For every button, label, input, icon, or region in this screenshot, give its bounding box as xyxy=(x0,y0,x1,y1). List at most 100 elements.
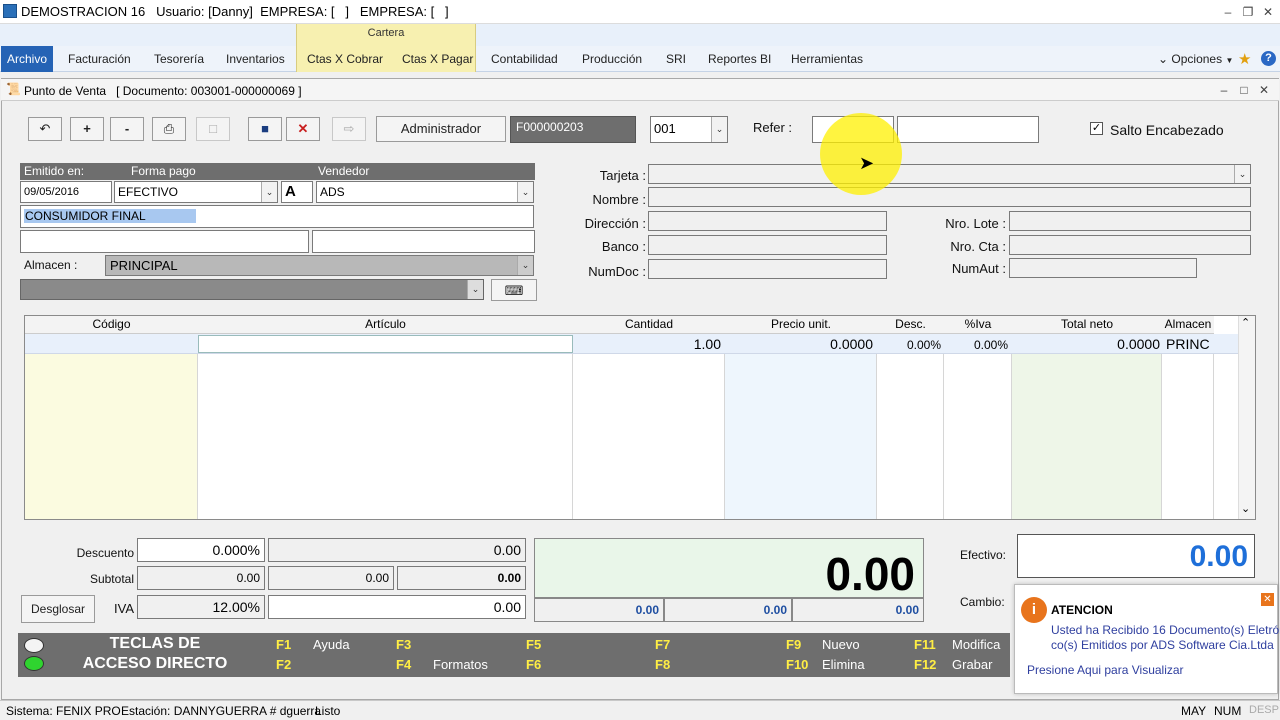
articulo-cell[interactable] xyxy=(198,335,573,353)
nro-lote-label: Nro. Lote : xyxy=(945,216,1006,231)
cliente-field[interactable]: CONSUMIDOR FINAL xyxy=(20,205,534,228)
col-iva[interactable]: %Iva xyxy=(944,316,1012,334)
panel-close-icon[interactable]: ✕ xyxy=(1256,82,1272,98)
panel-minimize-icon[interactable]: – xyxy=(1216,82,1232,98)
help-icon[interactable]: ? xyxy=(1261,51,1276,66)
save-button[interactable]: ■ xyxy=(248,117,282,141)
tab-reportes-bi[interactable]: Reportes BI xyxy=(708,52,771,66)
status-may: MAY xyxy=(1181,704,1207,718)
chevron-down-icon: ⌄ xyxy=(711,117,727,142)
almacen-cell[interactable]: PRINC xyxy=(1166,336,1214,352)
almacen-value: PRINCIPAL xyxy=(110,258,178,273)
iva-cell[interactable]: 0.00% xyxy=(944,338,1008,352)
export-button[interactable]: ⇨ xyxy=(332,117,366,141)
descuento-pct-field[interactable]: 0.000% xyxy=(137,538,265,562)
scanner-button[interactable]: ⌨ xyxy=(491,279,537,301)
f12-desc[interactable]: Grabar xyxy=(952,657,992,672)
scroll-up-icon[interactable]: ⌃ xyxy=(1241,316,1250,329)
subtotal-b: 0.00 xyxy=(664,598,792,622)
numdoc-field[interactable] xyxy=(648,259,887,279)
tab-archivo[interactable]: Archivo xyxy=(1,46,54,72)
document-icon: 📜 xyxy=(6,82,21,96)
new-doc-button[interactable]: □ xyxy=(196,117,230,141)
nro-lote-field[interactable] xyxy=(1009,211,1251,231)
panel-restore-icon[interactable]: □ xyxy=(1236,82,1252,98)
f4-key: F4 xyxy=(396,657,412,672)
vendedor-select[interactable]: ADS ⌄ xyxy=(316,181,534,203)
star-icon[interactable]: ★ xyxy=(1238,50,1251,68)
almacen-select[interactable]: PRINCIPAL ⌄ xyxy=(105,255,534,276)
tab-sri[interactable]: SRI xyxy=(666,52,686,66)
cambio-label: Cambio: xyxy=(960,595,1005,609)
tab-tesoreria[interactable]: Tesorería xyxy=(154,52,204,66)
tab-produccion[interactable]: Producción xyxy=(582,52,642,66)
f1-desc[interactable]: Ayuda xyxy=(313,637,350,652)
col-total[interactable]: Total neto xyxy=(1012,316,1162,334)
desc-cell[interactable]: 0.00% xyxy=(877,338,941,352)
refer-input-2[interactable] xyxy=(897,116,1039,143)
banco-field[interactable] xyxy=(648,235,887,255)
extra-select[interactable]: ⌄ xyxy=(20,279,484,300)
red-x-icon: ✕ xyxy=(297,121,309,136)
restore-icon[interactable]: ❐ xyxy=(1240,4,1256,20)
tab-facturacion[interactable]: Facturación xyxy=(68,52,131,66)
scroll-down-icon[interactable]: ⌄ xyxy=(1241,502,1250,515)
popup-close-icon[interactable]: ✕ xyxy=(1261,593,1274,606)
col-codigo[interactable]: Código xyxy=(25,316,198,334)
series-select[interactable]: 001 ⌄ xyxy=(650,116,728,143)
popup-link[interactable]: Presione Aqui para Visualizar xyxy=(1027,663,1184,677)
cliente-extra-1[interactable] xyxy=(20,230,309,253)
tarjeta-label: Tarjeta : xyxy=(599,168,646,183)
tab-ctas-pagar[interactable]: Ctas X Pagar xyxy=(402,52,473,66)
f9-desc[interactable]: Nuevo xyxy=(822,637,860,652)
col-desc[interactable]: Desc. xyxy=(877,316,944,334)
undo-button[interactable]: ↶ xyxy=(28,117,62,141)
administrador-button[interactable]: Administrador xyxy=(376,116,506,142)
f11-desc[interactable]: Modifica xyxy=(952,637,1000,652)
f8-key: F8 xyxy=(655,657,671,672)
grand-total: 0.00 xyxy=(534,538,924,600)
cantidad-cell[interactable]: 1.00 xyxy=(573,336,721,352)
numaut-field[interactable] xyxy=(1009,258,1197,278)
forma-pago-select[interactable]: EFECTIVO ⌄ xyxy=(114,181,278,203)
desglosar-button[interactable]: Desglosar xyxy=(21,595,95,623)
tab-herramientas[interactable]: Herramientas xyxy=(791,52,863,66)
col-almacen[interactable]: Almacen xyxy=(1162,316,1214,334)
nro-cta-field[interactable] xyxy=(1009,235,1251,255)
subtotal-3: 0.00 xyxy=(397,566,526,590)
minimize-icon[interactable]: – xyxy=(1220,4,1236,20)
grid-scrollbar[interactable] xyxy=(1238,316,1255,519)
vendedor-label: Vendedor xyxy=(318,164,370,178)
nombre-field[interactable] xyxy=(648,187,1251,207)
remove-row-button[interactable]: - xyxy=(110,117,144,141)
opciones-menu[interactable]: ⌄ Opciones ▼ xyxy=(1158,52,1233,66)
col-precio[interactable]: Precio unit. xyxy=(725,316,877,334)
tarjeta-select[interactable]: ⌄ xyxy=(648,164,1251,184)
close-icon[interactable]: ✕ xyxy=(1260,4,1276,20)
direccion-field[interactable] xyxy=(648,211,887,231)
blank-page-icon: □ xyxy=(209,121,217,136)
tab-contabilidad[interactable]: Contabilidad xyxy=(491,52,558,66)
forma-pago-label: Forma pago xyxy=(131,164,196,178)
efectivo-field[interactable]: 0.00 xyxy=(1017,534,1255,578)
f4-desc[interactable]: Formatos xyxy=(433,657,488,672)
tab-inventarios[interactable]: Inventarios xyxy=(226,52,285,66)
precio-cell[interactable]: 0.0000 xyxy=(725,336,873,352)
add-row-button[interactable]: + xyxy=(70,117,104,141)
date-field[interactable]: 09/05/2016 xyxy=(20,181,112,203)
salto-checkbox[interactable]: ✓ xyxy=(1090,122,1103,135)
doc-type-field[interactable]: A xyxy=(281,181,313,203)
minus-icon: - xyxy=(124,121,130,136)
light-on-icon xyxy=(24,656,44,671)
col-cantidad[interactable]: Cantidad xyxy=(573,316,725,334)
direccion-label: Dirección : xyxy=(584,216,646,231)
subtotal-2: 0.00 xyxy=(268,566,394,590)
f10-desc[interactable]: Elimina xyxy=(822,657,865,672)
print-button[interactable]: ⎙ xyxy=(152,117,186,141)
col-articulo[interactable]: Artículo xyxy=(198,316,573,334)
chevron-down-icon: ⌄ xyxy=(1158,52,1169,66)
tab-ctas-cobrar[interactable]: Ctas X Cobrar xyxy=(307,52,383,66)
status-num: NUM xyxy=(1214,704,1242,718)
delete-button[interactable]: ✕ xyxy=(286,117,320,141)
cliente-extra-2[interactable] xyxy=(312,230,535,253)
